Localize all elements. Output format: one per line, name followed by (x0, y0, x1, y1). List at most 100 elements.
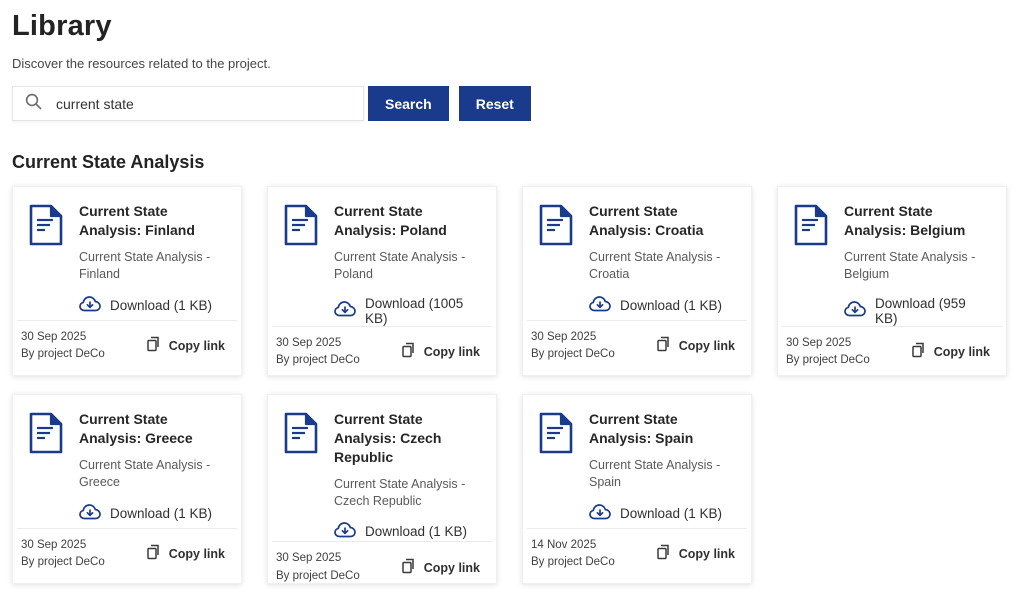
cloud-download-icon (589, 503, 620, 523)
card-subtitle: Current State Analysis - Spain (589, 457, 721, 489)
card-header: Current State Analysis: Poland Current S… (284, 202, 480, 326)
card-header: Current State Analysis: Czech Republic C… (284, 410, 480, 541)
resource-card: Current State Analysis: Poland Current S… (267, 186, 497, 376)
card-subtitle: Current State Analysis - Greece (79, 457, 211, 489)
copy-link-button[interactable]: Copy link (656, 544, 735, 563)
document-icon (284, 202, 334, 326)
copy-link-label: Copy link (168, 338, 225, 353)
card-header: Current State Analysis: Belgium Current … (794, 202, 990, 326)
library-page: Library Discover the resources related t… (0, 0, 1024, 584)
card-meta: 30 Sep 2025 By project DeCo (21, 329, 105, 364)
copy-link-button[interactable]: Copy link (656, 336, 735, 355)
reset-button[interactable]: Reset (458, 86, 531, 121)
copy-link-button[interactable]: Copy link (401, 558, 480, 577)
cloud-download-icon (844, 301, 875, 320)
search-row: Search Reset (12, 86, 1012, 121)
card-meta: 30 Sep 2025 By project DeCo (531, 329, 615, 364)
download-link[interactable]: Download (1 KB) (79, 503, 225, 523)
card-title: Current State Analysis: Finland (79, 203, 195, 238)
card-author: By project DeCo (21, 347, 105, 360)
card-date: 30 Sep 2025 (276, 336, 342, 349)
card-header: Current State Analysis: Greece Current S… (29, 410, 225, 523)
copy-link-label: Copy link (678, 546, 735, 561)
card-footer: 30 Sep 2025 By project DeCo Copy link (17, 527, 237, 574)
copy-icon (401, 342, 424, 361)
copy-link-button[interactable]: Copy link (911, 342, 990, 361)
card-title: Current State Analysis: Czech Republic (334, 411, 442, 465)
copy-link-label: Copy link (933, 344, 990, 359)
card-footer: 30 Sep 2025 By project DeCo Copy link (272, 541, 492, 587)
cloud-download-icon (334, 522, 365, 541)
copy-link-label: Copy link (678, 338, 735, 353)
copy-icon (656, 544, 679, 563)
copy-icon (401, 558, 424, 577)
card-footer: 30 Sep 2025 By project DeCo Copy link (17, 319, 237, 366)
copy-link-label: Copy link (423, 560, 480, 575)
download-link[interactable]: Download (1 KB) (334, 522, 480, 541)
card-date: 30 Sep 2025 (21, 330, 87, 343)
download-label: Download (1 KB) (110, 297, 213, 313)
card-date: 30 Sep 2025 (531, 330, 597, 343)
card-author: By project DeCo (21, 555, 105, 568)
download-link[interactable]: Download (1 KB) (589, 503, 735, 523)
card-date: 30 Sep 2025 (21, 538, 87, 551)
card-date: 30 Sep 2025 (276, 552, 342, 565)
download-label: Download (1005 KB) (365, 295, 464, 326)
copy-link-button[interactable]: Copy link (146, 336, 225, 355)
card-title: Current State Analysis: Poland (334, 203, 447, 238)
download-label: Download (1 KB) (110, 505, 213, 521)
copy-link-button[interactable]: Copy link (401, 342, 480, 361)
document-icon (539, 202, 589, 315)
page-title: Library (12, 10, 112, 42)
card-date: 14 Nov 2025 (531, 538, 597, 551)
cloud-download-icon (589, 295, 620, 315)
download-label: Download (1 KB) (620, 505, 723, 521)
card-title: Current State Analysis: Belgium (844, 203, 966, 238)
card-header: Current State Analysis: Finland Current … (29, 202, 225, 315)
card-meta: 30 Sep 2025 By project DeCo (786, 335, 870, 370)
card-title: Current State Analysis: Croatia (589, 203, 704, 238)
search-box[interactable] (12, 86, 364, 121)
document-icon (29, 410, 79, 523)
resource-card: Current State Analysis: Belgium Current … (777, 186, 1007, 376)
document-icon (29, 202, 79, 315)
download-label: Download (1 KB) (365, 524, 468, 540)
card-meta: 30 Sep 2025 By project DeCo (21, 537, 105, 572)
copy-link-label: Copy link (423, 344, 480, 359)
page-subtitle: Discover the resources related to the pr… (12, 56, 271, 71)
card-title: Current State Analysis: Greece (79, 411, 193, 446)
resource-card: Current State Analysis: Finland Current … (12, 186, 242, 376)
document-icon (539, 410, 589, 523)
card-subtitle: Current State Analysis - Czech Republic (334, 476, 466, 508)
card-author: By project DeCo (276, 353, 360, 366)
download-link[interactable]: Download (1 KB) (79, 295, 225, 315)
card-grid: Current State Analysis: Finland Current … (12, 186, 1012, 584)
download-label: Download (1 KB) (620, 297, 723, 313)
copy-icon (656, 336, 679, 355)
card-author: By project DeCo (276, 569, 360, 582)
cloud-download-icon (79, 503, 110, 523)
resource-card: Current State Analysis: Greece Current S… (12, 394, 242, 584)
search-button[interactable]: Search (368, 86, 449, 121)
copy-link-label: Copy link (168, 546, 225, 561)
search-icon (25, 93, 42, 115)
download-link[interactable]: Download (1 KB) (589, 295, 735, 315)
document-icon (794, 202, 844, 326)
download-link[interactable]: Download (1005 KB) (334, 296, 480, 326)
copy-icon (146, 544, 169, 563)
card-meta: 14 Nov 2025 By project DeCo (531, 537, 615, 572)
card-date: 30 Sep 2025 (786, 336, 852, 349)
download-link[interactable]: Download (959 KB) (844, 296, 990, 326)
document-icon (284, 410, 334, 541)
copy-icon (911, 342, 934, 361)
card-header: Current State Analysis: Spain Current St… (539, 410, 735, 523)
card-subtitle: Current State Analysis - Croatia (589, 249, 721, 281)
copy-link-button[interactable]: Copy link (146, 544, 225, 563)
card-author: By project DeCo (786, 353, 870, 366)
resource-card: Current State Analysis: Croatia Current … (522, 186, 752, 376)
card-meta: 30 Sep 2025 By project DeCo (276, 550, 360, 585)
resource-card: Current State Analysis: Czech Republic C… (267, 394, 497, 584)
search-input[interactable] (56, 95, 351, 112)
card-header: Current State Analysis: Croatia Current … (539, 202, 735, 315)
card-footer: 30 Sep 2025 By project DeCo Copy link (782, 325, 1002, 372)
